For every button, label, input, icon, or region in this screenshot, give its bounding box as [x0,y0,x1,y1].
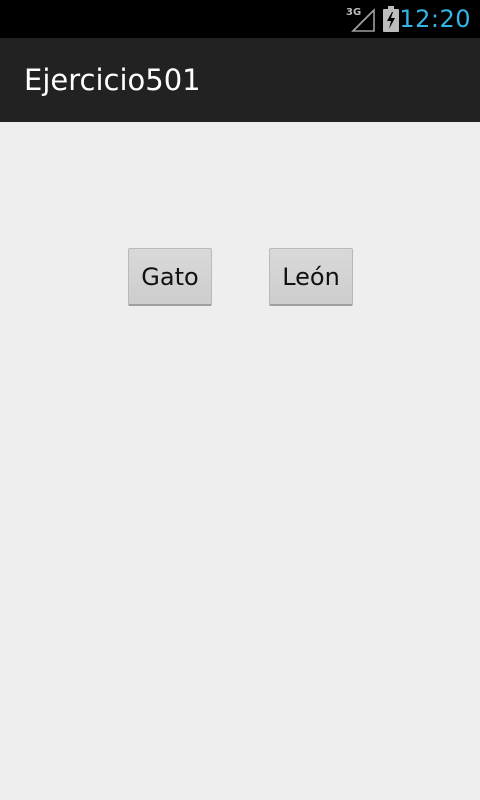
action-bar: Ejercicio501 [0,38,480,122]
status-bar: 3G 12:20 [0,0,480,38]
battery-charging-icon [383,6,399,32]
signal-3g-icon: 3G [346,7,375,32]
app-title: Ejercicio501 [24,63,201,97]
gato-button[interactable]: Gato [128,248,212,306]
leon-button[interactable]: León [269,248,353,306]
network-type-label: 3G [346,7,361,18]
main-content: Gato León [0,122,480,800]
status-clock: 12:20 [399,5,471,33]
